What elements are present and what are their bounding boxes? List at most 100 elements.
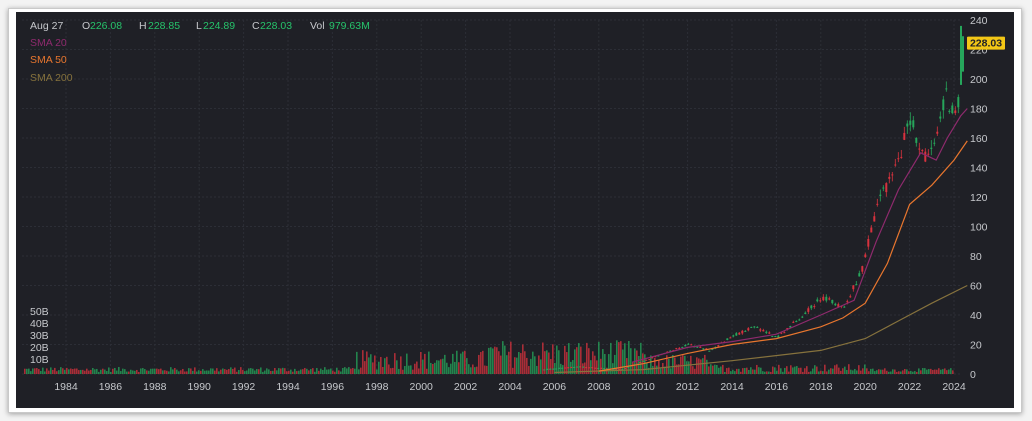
candle-body bbox=[939, 116, 942, 119]
volume-bar bbox=[384, 358, 386, 374]
candle-body bbox=[756, 326, 759, 328]
volume-bar bbox=[800, 367, 802, 374]
candle-body bbox=[708, 350, 711, 352]
candle-body bbox=[951, 105, 954, 114]
volume-bar bbox=[516, 357, 518, 374]
volume-bar bbox=[280, 368, 282, 374]
volume-bar bbox=[522, 344, 524, 374]
volume-bar bbox=[140, 368, 142, 374]
price-chart[interactable]: 240220200180160140120100806040200 50B40B… bbox=[16, 12, 1014, 408]
volume-bar bbox=[480, 352, 482, 374]
volume-bar bbox=[462, 351, 464, 374]
volume-bar bbox=[836, 364, 838, 374]
candle-body bbox=[744, 330, 747, 332]
volume-bar bbox=[24, 368, 26, 374]
volume-bar bbox=[364, 361, 366, 374]
volume-bar bbox=[702, 358, 704, 374]
volume-bar bbox=[172, 369, 174, 374]
volume-bar bbox=[624, 343, 626, 374]
volume-bar bbox=[790, 365, 792, 374]
volume-bar bbox=[294, 368, 296, 374]
volume-bar bbox=[270, 370, 272, 374]
volume-bar bbox=[122, 368, 124, 374]
volume-bar bbox=[208, 370, 210, 374]
volume-bar bbox=[902, 370, 904, 374]
candle-body bbox=[594, 367, 597, 369]
candle-body bbox=[882, 187, 885, 189]
volume-bar bbox=[784, 367, 786, 374]
volume-bar bbox=[130, 369, 132, 374]
volume-bar bbox=[396, 360, 398, 374]
volume-bar bbox=[708, 366, 710, 374]
volume-bar bbox=[92, 367, 94, 374]
sma-20-legend[interactable]: SMA 20 bbox=[30, 37, 67, 49]
volume-bar bbox=[512, 367, 514, 374]
volume-bar bbox=[564, 345, 566, 374]
volume-bar bbox=[422, 359, 424, 374]
volume-bar bbox=[372, 362, 374, 374]
volume-bar bbox=[170, 367, 172, 374]
volume-bar bbox=[308, 370, 310, 374]
volume-bar bbox=[450, 363, 452, 374]
volume-bar bbox=[174, 367, 176, 374]
volume-bar bbox=[138, 371, 140, 374]
time-tick-label: 2008 bbox=[587, 381, 611, 393]
candle-body bbox=[819, 300, 822, 302]
volume-bar bbox=[508, 351, 510, 374]
volume-bar bbox=[370, 354, 372, 374]
volume-bar bbox=[540, 359, 542, 374]
volume-bar bbox=[160, 368, 162, 374]
volume-bar bbox=[748, 369, 750, 374]
volume-bar bbox=[256, 369, 258, 374]
volume-bar bbox=[110, 371, 112, 374]
volume-bar bbox=[236, 371, 238, 374]
volume-bar bbox=[670, 368, 672, 374]
candle-body bbox=[945, 88, 948, 90]
volume-bar bbox=[284, 368, 286, 374]
candle-body bbox=[852, 285, 855, 290]
volume-bar bbox=[118, 367, 120, 374]
volume-bar bbox=[792, 367, 794, 374]
candle-body bbox=[834, 303, 837, 306]
volume-bar bbox=[248, 368, 250, 374]
volume-bar bbox=[272, 370, 274, 374]
volume-bar bbox=[726, 368, 728, 374]
volume-bar bbox=[592, 351, 594, 374]
volume-bar bbox=[866, 368, 868, 374]
candle-body bbox=[570, 367, 573, 369]
sma-200-legend[interactable]: SMA 200 bbox=[30, 72, 73, 84]
candle-body bbox=[927, 153, 930, 155]
volume-bar bbox=[338, 370, 340, 374]
volume-bar bbox=[782, 371, 784, 374]
volume-bar bbox=[546, 350, 548, 374]
volume-bar bbox=[210, 368, 212, 374]
volume-bar bbox=[846, 369, 848, 374]
volume-bar bbox=[116, 370, 118, 374]
volume-bar bbox=[220, 369, 222, 374]
volume-bar bbox=[688, 361, 690, 374]
candle-body bbox=[765, 331, 768, 333]
volume-bar bbox=[940, 369, 942, 374]
volume-bar bbox=[224, 369, 226, 374]
sma-50-legend[interactable]: SMA 50 bbox=[30, 54, 67, 66]
close-value: 228.03 bbox=[260, 20, 292, 32]
volume-bar bbox=[704, 354, 706, 374]
last-price-label: 228.03 bbox=[970, 38, 1002, 50]
volume-bar bbox=[730, 371, 732, 374]
volume-bar bbox=[438, 360, 440, 374]
volume-bar bbox=[498, 351, 500, 374]
candle-body bbox=[933, 142, 936, 144]
volume-bar bbox=[112, 368, 114, 374]
volume-bar bbox=[484, 365, 486, 374]
volume-bar bbox=[762, 371, 764, 374]
volume-bar bbox=[818, 371, 820, 374]
volume-bar bbox=[234, 367, 236, 374]
volume-bar bbox=[132, 370, 134, 374]
volume-bar bbox=[914, 371, 916, 374]
volume-bar bbox=[738, 368, 740, 374]
volume-bar bbox=[534, 356, 536, 374]
volume-bar bbox=[62, 368, 64, 374]
volume-bar bbox=[356, 351, 358, 374]
volume-bar bbox=[694, 368, 696, 374]
volume-bar bbox=[192, 370, 194, 374]
